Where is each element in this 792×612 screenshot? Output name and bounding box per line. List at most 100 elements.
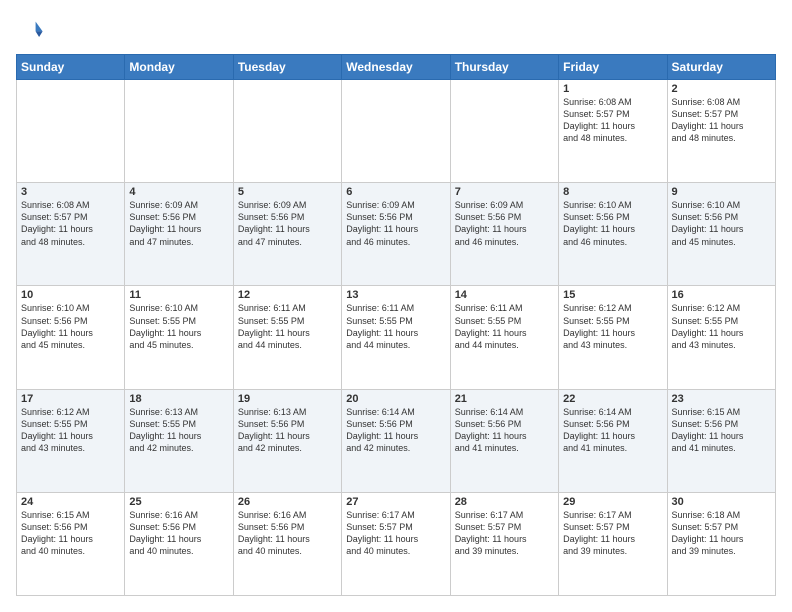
calendar-cell: 5Sunrise: 6:09 AM Sunset: 5:56 PM Daylig… [233,183,341,286]
day-number: 16 [672,289,771,301]
day-number: 12 [238,289,337,301]
day-number: 17 [21,393,120,405]
calendar-cell: 27Sunrise: 6:17 AM Sunset: 5:57 PM Dayli… [342,492,450,595]
weekday-header-monday: Monday [125,55,233,80]
day-info: Sunrise: 6:17 AM Sunset: 5:57 PM Dayligh… [346,509,445,558]
day-number: 7 [455,186,554,198]
logo [16,16,48,44]
calendar-cell [233,80,341,183]
calendar-cell: 4Sunrise: 6:09 AM Sunset: 5:56 PM Daylig… [125,183,233,286]
calendar-cell: 8Sunrise: 6:10 AM Sunset: 5:56 PM Daylig… [559,183,667,286]
calendar-cell: 12Sunrise: 6:11 AM Sunset: 5:55 PM Dayli… [233,286,341,389]
day-info: Sunrise: 6:12 AM Sunset: 5:55 PM Dayligh… [21,406,120,455]
day-info: Sunrise: 6:12 AM Sunset: 5:55 PM Dayligh… [672,302,771,351]
day-info: Sunrise: 6:16 AM Sunset: 5:56 PM Dayligh… [129,509,228,558]
weekday-header-saturday: Saturday [667,55,775,80]
day-info: Sunrise: 6:10 AM Sunset: 5:56 PM Dayligh… [21,302,120,351]
day-number: 27 [346,496,445,508]
day-number: 6 [346,186,445,198]
calendar-cell: 1Sunrise: 6:08 AM Sunset: 5:57 PM Daylig… [559,80,667,183]
calendar-cell: 26Sunrise: 6:16 AM Sunset: 5:56 PM Dayli… [233,492,341,595]
calendar-cell: 14Sunrise: 6:11 AM Sunset: 5:55 PM Dayli… [450,286,558,389]
day-number: 9 [672,186,771,198]
calendar-cell: 2Sunrise: 6:08 AM Sunset: 5:57 PM Daylig… [667,80,775,183]
day-number: 11 [129,289,228,301]
day-info: Sunrise: 6:11 AM Sunset: 5:55 PM Dayligh… [346,302,445,351]
day-number: 28 [455,496,554,508]
day-info: Sunrise: 6:09 AM Sunset: 5:56 PM Dayligh… [346,199,445,248]
calendar-cell [125,80,233,183]
weekday-header-friday: Friday [559,55,667,80]
day-info: Sunrise: 6:08 AM Sunset: 5:57 PM Dayligh… [563,96,662,145]
day-number: 26 [238,496,337,508]
day-number: 14 [455,289,554,301]
day-info: Sunrise: 6:11 AM Sunset: 5:55 PM Dayligh… [238,302,337,351]
calendar-week-1: 1Sunrise: 6:08 AM Sunset: 5:57 PM Daylig… [17,80,776,183]
day-info: Sunrise: 6:12 AM Sunset: 5:55 PM Dayligh… [563,302,662,351]
calendar-cell: 6Sunrise: 6:09 AM Sunset: 5:56 PM Daylig… [342,183,450,286]
day-number: 2 [672,83,771,95]
calendar-cell: 29Sunrise: 6:17 AM Sunset: 5:57 PM Dayli… [559,492,667,595]
calendar-cell: 23Sunrise: 6:15 AM Sunset: 5:56 PM Dayli… [667,389,775,492]
day-info: Sunrise: 6:17 AM Sunset: 5:57 PM Dayligh… [563,509,662,558]
day-number: 15 [563,289,662,301]
day-number: 19 [238,393,337,405]
calendar-cell: 10Sunrise: 6:10 AM Sunset: 5:56 PM Dayli… [17,286,125,389]
calendar-cell: 3Sunrise: 6:08 AM Sunset: 5:57 PM Daylig… [17,183,125,286]
calendar-cell: 19Sunrise: 6:13 AM Sunset: 5:56 PM Dayli… [233,389,341,492]
calendar-cell: 24Sunrise: 6:15 AM Sunset: 5:56 PM Dayli… [17,492,125,595]
day-info: Sunrise: 6:10 AM Sunset: 5:55 PM Dayligh… [129,302,228,351]
calendar-week-5: 24Sunrise: 6:15 AM Sunset: 5:56 PM Dayli… [17,492,776,595]
calendar-cell: 17Sunrise: 6:12 AM Sunset: 5:55 PM Dayli… [17,389,125,492]
day-number: 23 [672,393,771,405]
day-info: Sunrise: 6:13 AM Sunset: 5:56 PM Dayligh… [238,406,337,455]
day-info: Sunrise: 6:09 AM Sunset: 5:56 PM Dayligh… [129,199,228,248]
weekday-header-row: SundayMondayTuesdayWednesdayThursdayFrid… [17,55,776,80]
logo-icon [16,16,44,44]
day-info: Sunrise: 6:17 AM Sunset: 5:57 PM Dayligh… [455,509,554,558]
day-info: Sunrise: 6:10 AM Sunset: 5:56 PM Dayligh… [563,199,662,248]
day-info: Sunrise: 6:13 AM Sunset: 5:55 PM Dayligh… [129,406,228,455]
calendar-table: SundayMondayTuesdayWednesdayThursdayFrid… [16,54,776,596]
calendar-cell: 13Sunrise: 6:11 AM Sunset: 5:55 PM Dayli… [342,286,450,389]
calendar-cell: 30Sunrise: 6:18 AM Sunset: 5:57 PM Dayli… [667,492,775,595]
calendar-cell [450,80,558,183]
day-number: 20 [346,393,445,405]
day-info: Sunrise: 6:08 AM Sunset: 5:57 PM Dayligh… [672,96,771,145]
day-number: 13 [346,289,445,301]
day-info: Sunrise: 6:08 AM Sunset: 5:57 PM Dayligh… [21,199,120,248]
calendar-cell: 11Sunrise: 6:10 AM Sunset: 5:55 PM Dayli… [125,286,233,389]
calendar-week-4: 17Sunrise: 6:12 AM Sunset: 5:55 PM Dayli… [17,389,776,492]
day-number: 5 [238,186,337,198]
day-number: 21 [455,393,554,405]
calendar-cell: 7Sunrise: 6:09 AM Sunset: 5:56 PM Daylig… [450,183,558,286]
day-info: Sunrise: 6:16 AM Sunset: 5:56 PM Dayligh… [238,509,337,558]
calendar-cell: 20Sunrise: 6:14 AM Sunset: 5:56 PM Dayli… [342,389,450,492]
day-info: Sunrise: 6:11 AM Sunset: 5:55 PM Dayligh… [455,302,554,351]
day-number: 1 [563,83,662,95]
day-info: Sunrise: 6:14 AM Sunset: 5:56 PM Dayligh… [563,406,662,455]
calendar-cell: 22Sunrise: 6:14 AM Sunset: 5:56 PM Dayli… [559,389,667,492]
calendar-cell: 18Sunrise: 6:13 AM Sunset: 5:55 PM Dayli… [125,389,233,492]
calendar-cell [17,80,125,183]
day-info: Sunrise: 6:15 AM Sunset: 5:56 PM Dayligh… [672,406,771,455]
weekday-header-tuesday: Tuesday [233,55,341,80]
calendar-cell: 9Sunrise: 6:10 AM Sunset: 5:56 PM Daylig… [667,183,775,286]
calendar-week-3: 10Sunrise: 6:10 AM Sunset: 5:56 PM Dayli… [17,286,776,389]
day-info: Sunrise: 6:09 AM Sunset: 5:56 PM Dayligh… [455,199,554,248]
day-info: Sunrise: 6:15 AM Sunset: 5:56 PM Dayligh… [21,509,120,558]
day-number: 29 [563,496,662,508]
calendar-week-2: 3Sunrise: 6:08 AM Sunset: 5:57 PM Daylig… [17,183,776,286]
calendar-cell: 16Sunrise: 6:12 AM Sunset: 5:55 PM Dayli… [667,286,775,389]
weekday-header-thursday: Thursday [450,55,558,80]
day-info: Sunrise: 6:10 AM Sunset: 5:56 PM Dayligh… [672,199,771,248]
day-info: Sunrise: 6:14 AM Sunset: 5:56 PM Dayligh… [455,406,554,455]
weekday-header-sunday: Sunday [17,55,125,80]
day-number: 4 [129,186,228,198]
day-info: Sunrise: 6:09 AM Sunset: 5:56 PM Dayligh… [238,199,337,248]
day-number: 18 [129,393,228,405]
calendar-cell [342,80,450,183]
day-number: 30 [672,496,771,508]
page: SundayMondayTuesdayWednesdayThursdayFrid… [0,0,792,612]
calendar-cell: 25Sunrise: 6:16 AM Sunset: 5:56 PM Dayli… [125,492,233,595]
